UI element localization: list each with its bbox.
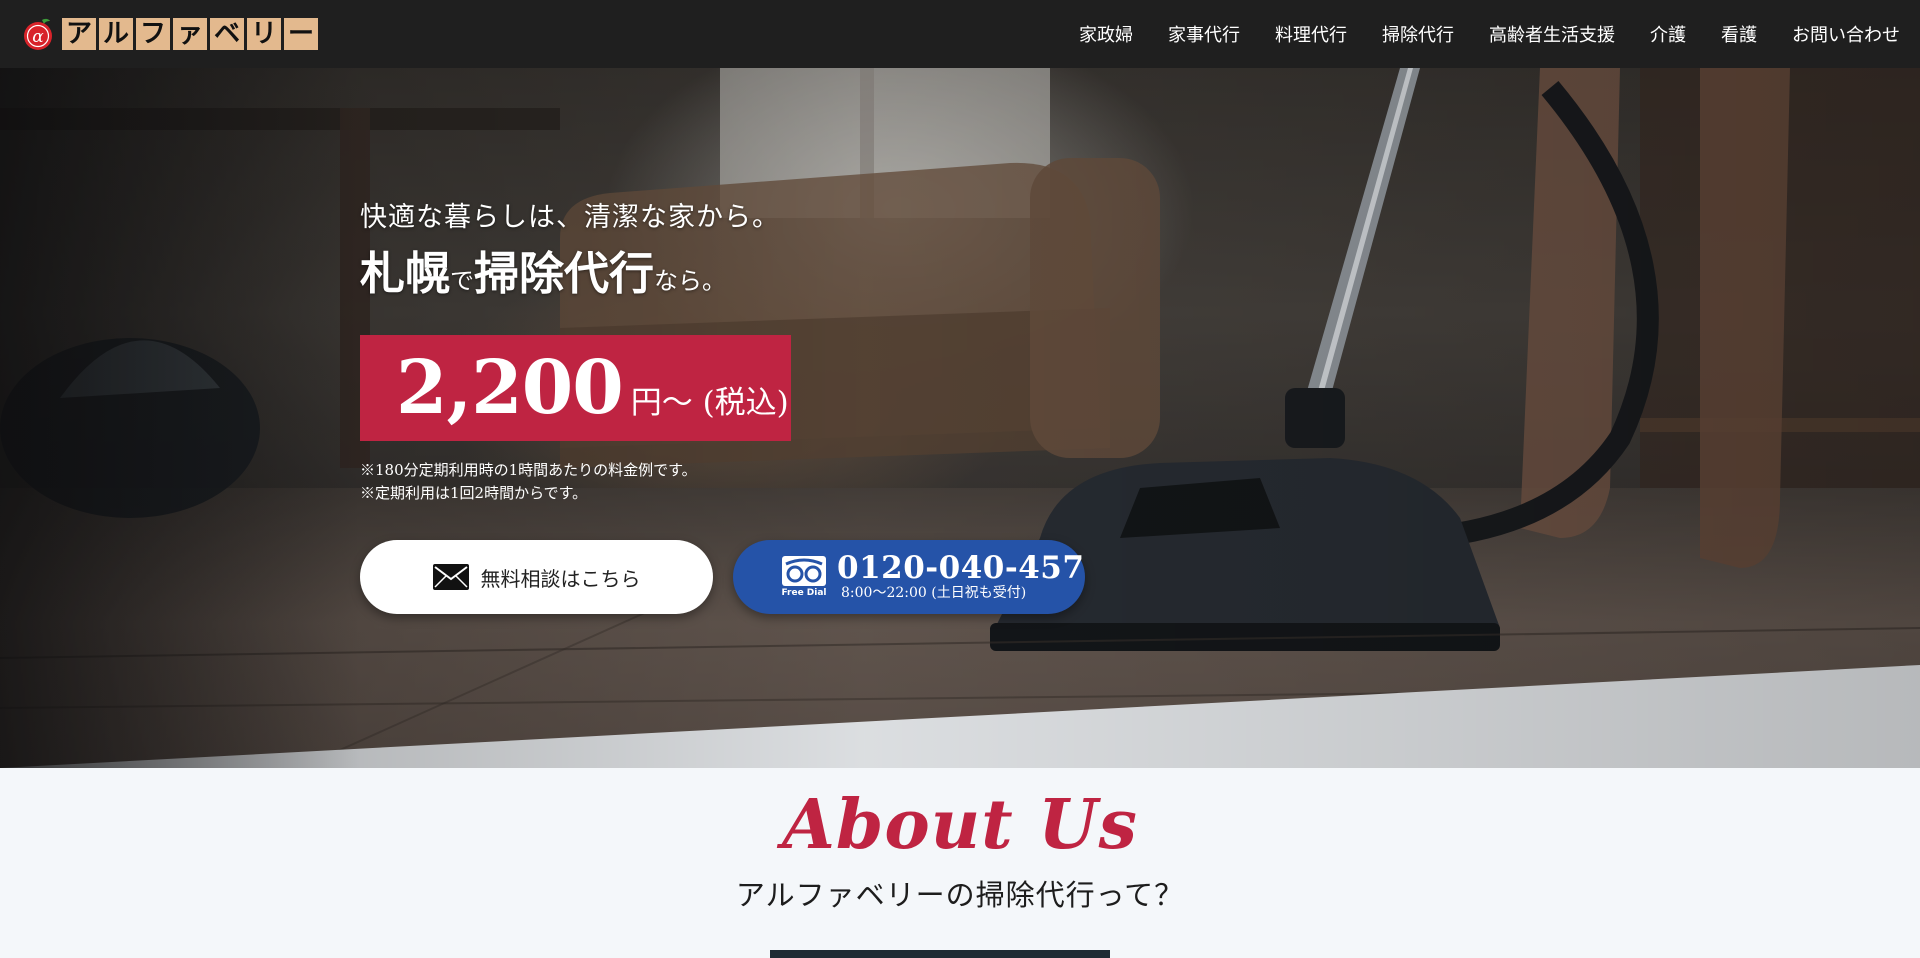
nav-item-housekeeper[interactable]: 家政婦 xyxy=(1062,21,1151,47)
price-note-2: ※定期利用は1回2時間からです。 xyxy=(360,484,588,502)
nav-item-cooking[interactable]: 料理代行 xyxy=(1258,21,1365,47)
logo-char: フ xyxy=(136,18,170,50)
phone-hours: 8:00〜22:00 (土日祝も受付) xyxy=(841,585,1027,601)
logo-char: ァ xyxy=(173,18,207,50)
logo-mark-icon: α xyxy=(24,18,52,50)
nav-item-elderly-support[interactable]: 高齢者生活支援 xyxy=(1472,21,1633,47)
hero-title-particle: で xyxy=(450,267,475,295)
main-nav: 家政婦 家事代行 料理代行 掃除代行 高齢者生活支援 介護 看護 お問い合わせ xyxy=(1062,21,1900,47)
logo-mark-letter: α xyxy=(32,27,44,47)
price-amount: 2,200 xyxy=(396,345,624,431)
price-box: 2,200 円〜 (税込) xyxy=(360,335,791,441)
logo-char: ア xyxy=(62,18,96,50)
hero-title-city: 札幌 xyxy=(360,247,451,300)
hero-subtitle: 快適な暮らしは、清潔な家から。 xyxy=(360,202,780,233)
hero-section xyxy=(0,68,1920,768)
phone-number: 0120-040-457 xyxy=(837,550,1085,586)
about-title: About Us xyxy=(782,785,1138,865)
hero-title: 札幌で掃除代行なら。 xyxy=(360,237,726,302)
freedial-label: Free Dial xyxy=(781,588,827,598)
price-unit: 円〜 (税込) xyxy=(630,385,789,421)
nav-item-care[interactable]: 介護 xyxy=(1633,21,1704,47)
logo-char: リ xyxy=(247,18,281,50)
nav-item-housework[interactable]: 家事代行 xyxy=(1151,21,1258,47)
site-logo[interactable]: α ア ル フ ァ ベ リ ー xyxy=(18,17,318,51)
price-notes: ※180分定期利用時の1時間あたりの料金例です。 ※定期利用は1回2時間からです… xyxy=(360,459,697,505)
mail-icon xyxy=(432,564,469,590)
phone-call-button[interactable]: Free Dial 0120-040-457 8:00〜22:00 (土日祝も受… xyxy=(733,540,1085,614)
logo-char: ル xyxy=(99,18,133,50)
freedial-badge: Free Dial xyxy=(781,556,827,598)
about-image-top xyxy=(770,950,1110,958)
nav-item-nursing[interactable]: 看護 xyxy=(1704,21,1775,47)
freedial-icon xyxy=(782,556,826,586)
logo-char: ベ xyxy=(210,18,244,50)
hero-shade xyxy=(0,68,1920,768)
nav-item-cleaning[interactable]: 掃除代行 xyxy=(1365,21,1472,47)
about-subtitle: アルファベリーの掃除代行って？ xyxy=(735,878,1185,912)
logo-wordmark: ア ル フ ァ ベ リ ー xyxy=(62,18,318,50)
free-consultation-button[interactable]: 無料相談はこちら xyxy=(360,540,713,614)
phone-text: 0120-040-457 8:00〜22:00 (土日祝も受付) xyxy=(837,552,1084,602)
logo-char: ー xyxy=(284,18,318,50)
free-consultation-label: 無料相談はこちら xyxy=(480,566,641,591)
site-header: α ア ル フ ァ ベ リ ー 家政婦 家事代行 料理代行 掃除代行 高齢者生活… xyxy=(0,0,1920,68)
hero-title-suffix: なら。 xyxy=(654,267,727,295)
price-note-1: ※180分定期利用時の1時間あたりの料金例です。 xyxy=(360,461,697,479)
nav-item-contact[interactable]: お問い合わせ xyxy=(1775,21,1900,47)
hero-title-service: 掃除代行 xyxy=(474,247,655,300)
